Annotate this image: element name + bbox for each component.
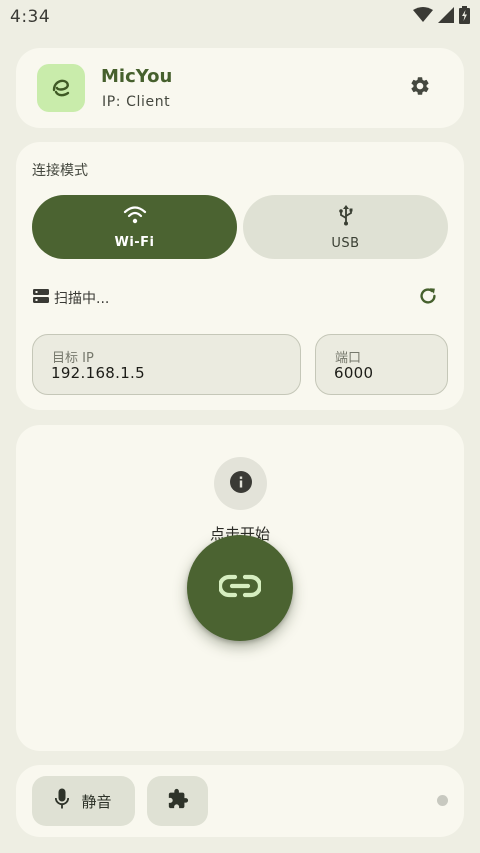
status-time: 4:34 [10,7,51,27]
wifi-icon [413,7,433,27]
refresh-icon [417,285,439,311]
info-icon [229,470,253,498]
server-icon [32,288,50,308]
gear-icon [409,75,431,101]
mode-usb-label: USB [331,235,360,251]
port-field[interactable]: 端口 6000 [315,334,448,395]
scan-status: 扫描中... [32,288,109,308]
scan-status-text: 扫描中... [54,291,110,307]
refresh-button[interactable] [414,284,442,312]
plugin-button[interactable] [147,776,208,826]
target-ip-field[interactable]: 目标 IP 192.168.1.5 [32,334,301,395]
cellular-signal-icon [438,7,454,27]
info-badge [214,457,267,510]
mode-wifi-button[interactable]: Wi-Fi [32,195,237,259]
microphone-icon [55,788,70,814]
connection-status-dot [437,795,448,806]
connection-mode-title: 连接模式 [32,163,88,179]
battery-charging-icon [459,6,470,28]
connection-card: 连接模式 Wi-Fi USB 扫描中... 目标 IP 192.168.1.5 … [16,142,464,410]
app-name: MicYou [101,66,173,87]
usb-icon [337,204,355,230]
mode-usb-button[interactable]: USB [243,195,448,259]
mute-label: 静音 [81,792,112,811]
bottom-bar: 静音 [16,765,464,837]
puzzle-icon [167,788,189,814]
client-ip-label: IP: Client [102,94,171,110]
port-value[interactable]: 6000 [334,364,373,382]
mute-button[interactable]: 静音 [32,776,135,826]
header-card: MicYou IP: Client [16,48,464,128]
connect-button[interactable] [187,535,293,641]
app-logo-icon [37,64,85,112]
status-bar: 4:34 [0,0,480,34]
main-card: 点击开始 [16,425,464,751]
status-icons [413,6,470,28]
settings-button[interactable] [404,72,436,104]
wifi-icon [123,205,147,229]
target-ip-value[interactable]: 192.168.1.5 [51,364,145,382]
link-icon [217,574,263,602]
mode-wifi-label: Wi-Fi [114,234,155,250]
